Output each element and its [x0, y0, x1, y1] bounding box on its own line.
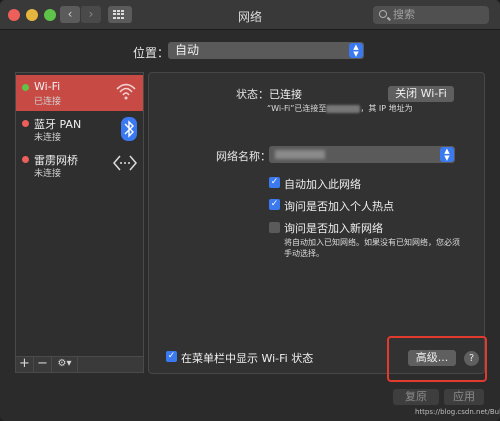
status-description: “Wi-Fi”已连接至 ，其 IP 地址为 — [267, 103, 413, 114]
location-value: 自动 — [175, 43, 200, 57]
gear-menu-button[interactable]: ⚙▾ — [52, 357, 78, 372]
apply-button[interactable]: 应用 — [444, 389, 484, 405]
redacted-network-name — [275, 150, 325, 159]
ask-new-network-desc-2: 手动选择。 — [284, 249, 324, 258]
status-dot-disconnected — [22, 120, 29, 127]
status-dot-disconnected — [22, 156, 29, 163]
ask-new-network-desc-1: 将自动加入已知网络。如果没有已知网络，您必须 — [284, 238, 460, 247]
status-dot-connected — [22, 84, 29, 91]
service-item-wifi[interactable]: Wi-Fi 已连接 — [16, 75, 143, 111]
status-label: 状态： — [236, 88, 269, 101]
bluetooth-icon — [121, 117, 137, 141]
network-preferences-window: ‹ › 网络 搜索 位置： 自动 ▲ ▼ Wi-Fi 已连接 蓝牙 PAN 未连… — [0, 0, 500, 421]
status-desc-prefix: “Wi-Fi”已连接至 — [267, 104, 327, 113]
redacted-network-name — [326, 104, 361, 113]
show-in-menu-bar-label: 在菜单栏中显示 Wi-Fi 状态 — [181, 352, 314, 365]
turn-off-wifi-button[interactable]: 关闭 Wi-Fi — [388, 86, 454, 102]
show-in-menu-bar-checkbox[interactable]: ✓ — [166, 351, 177, 362]
network-name-label: 网络名称： — [216, 150, 271, 163]
service-status: 未连接 — [34, 169, 62, 179]
add-service-button[interactable]: + — [16, 357, 34, 372]
service-list: Wi-Fi 已连接 蓝牙 PAN 未连接 雷雳网桥 未连接 — [15, 72, 144, 357]
service-status: 已连接 — [34, 97, 62, 107]
watermark-text: https://blog.csdn.net/Bule_daze — [415, 408, 500, 416]
network-name-select[interactable]: ▲ ▼ — [269, 146, 455, 163]
service-name: Wi-Fi — [34, 80, 61, 93]
ask-new-network-label: 询问是否加入新网络 — [284, 222, 383, 235]
service-item-bluetooth-pan[interactable]: 蓝牙 PAN 未连接 — [16, 111, 143, 147]
status-value: 已连接 — [269, 88, 302, 101]
auto-join-label: 自动加入此网络 — [284, 178, 361, 191]
location-label: 位置： — [133, 46, 170, 60]
chevron-updown-icon: ▲ ▼ — [349, 43, 363, 58]
search-placeholder: 搜索 — [393, 8, 415, 21]
search-icon — [379, 10, 387, 18]
remove-service-button[interactable]: − — [34, 357, 52, 372]
title-bar: ‹ › 网络 搜索 — [0, 0, 500, 30]
revert-button[interactable]: 复原 — [393, 389, 439, 405]
wifi-icon — [116, 83, 136, 100]
ask-new-network-checkbox[interactable] — [269, 222, 280, 233]
highlight-annotation-box — [387, 336, 487, 382]
chevron-updown-icon: ▲ ▼ — [440, 147, 454, 162]
status-desc-suffix: ，其 IP 地址为 — [360, 104, 413, 113]
service-status: 未连接 — [34, 133, 62, 143]
service-item-thunderbolt-bridge[interactable]: 雷雳网桥 未连接 — [16, 147, 143, 183]
thunderbolt-bridge-icon — [113, 155, 137, 171]
ask-hotspot-checkbox[interactable]: ✓ — [269, 199, 280, 210]
location-select[interactable]: 自动 ▲ ▼ — [168, 42, 364, 59]
search-field[interactable]: 搜索 — [373, 6, 489, 24]
service-list-toolbar: + − ⚙▾ — [15, 356, 144, 373]
auto-join-checkbox[interactable]: ✓ — [269, 177, 280, 188]
ask-hotspot-label: 询问是否加入个人热点 — [284, 200, 394, 213]
